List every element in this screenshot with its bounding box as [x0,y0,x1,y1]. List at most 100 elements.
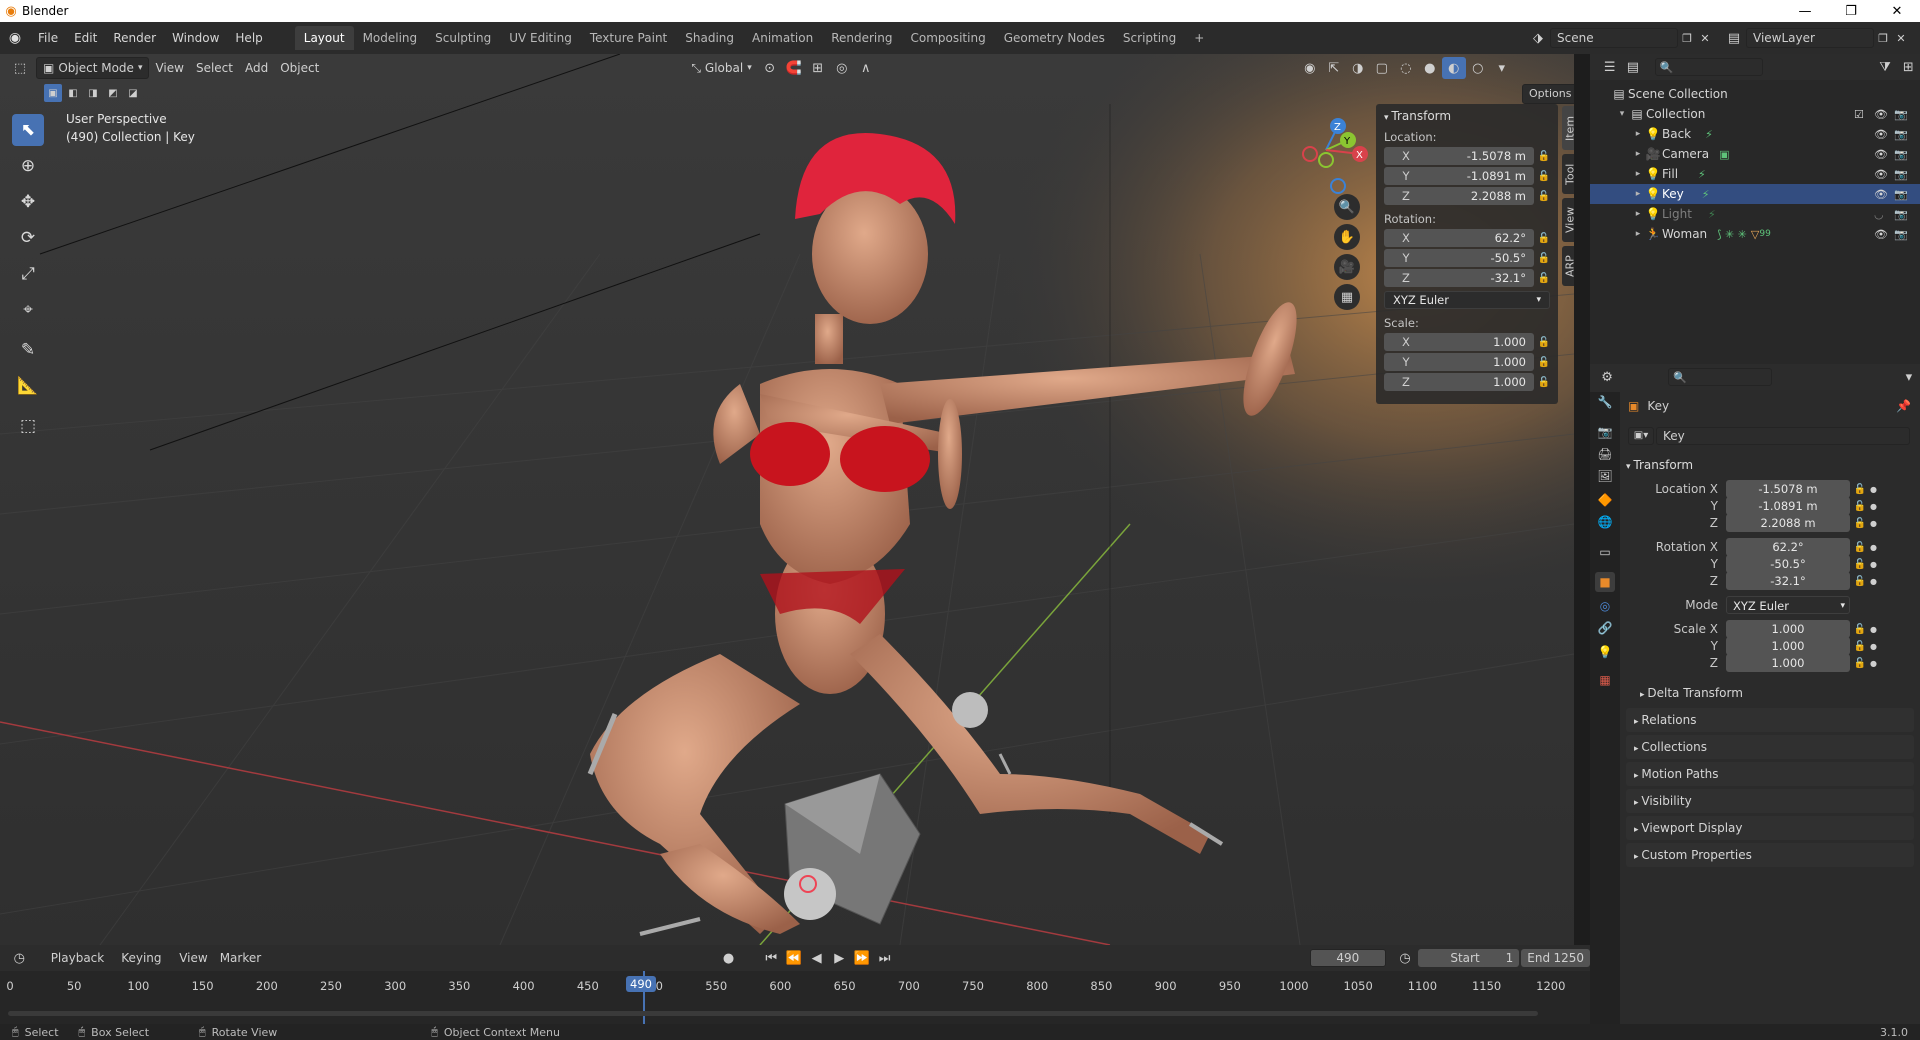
outliner-item-light[interactable]: ▸ 💡 Light ⚡ ◡ 📷 [1590,204,1920,224]
rotation-z-field[interactable]: Z -32.1° [1384,269,1534,287]
record-icon[interactable]: ● [717,947,740,969]
eye-icon[interactable]: 👁 [1874,128,1888,141]
filter-icon[interactable]: ⧩ [1873,56,1896,78]
keyframe-dot-icon[interactable]: ● [1870,485,1877,494]
restore-button[interactable]: ❐ [1828,0,1874,22]
relations-section[interactable]: ▸ Relations [1626,708,1914,732]
visibility-section[interactable]: ▸ Visibility [1626,789,1914,813]
rotation-x-field[interactable]: X 62.2° [1384,229,1534,247]
camera-render-icon[interactable]: 📷 [1894,148,1908,161]
view-layer-tab-icon[interactable]: 🖼 [1595,466,1615,486]
world-tab-icon[interactable]: 🌐 [1595,512,1615,532]
scale-tool[interactable]: ⤢ [12,258,44,290]
navigation-gizmo[interactable]: Z Y X [1276,108,1376,198]
playhead-frame-label[interactable]: 490 [626,976,656,992]
pivot-icon[interactable]: ⊙ [758,57,782,79]
menu-window[interactable]: Window [164,27,227,49]
options-dropdown[interactable]: Options [1522,84,1574,104]
texture-tab-icon[interactable]: ▦ [1595,670,1615,690]
lock-icon[interactable]: 🔓 [1534,273,1554,284]
viewport-display-section[interactable]: ▸ Viewport Display [1626,816,1914,840]
menu-render[interactable]: Render [105,27,164,49]
keyframe-dot-icon[interactable]: ● [1870,659,1877,668]
render-tab-icon[interactable]: 📷 [1595,422,1615,442]
clock-editor-icon[interactable]: ◷ [8,947,31,969]
play-icon[interactable]: ▶ [828,947,851,969]
keyframe-dot-icon[interactable]: ● [1870,577,1877,586]
sidebar-tab-tool[interactable]: Tool [1562,154,1574,194]
eye-icon[interactable]: 👁 [1874,168,1888,181]
lock-icon[interactable]: 🔓 [1850,658,1870,669]
collections-section[interactable]: ▸ Collections [1626,735,1914,759]
timeline-menu-view[interactable]: View [173,947,213,969]
camera-render-icon[interactable]: 📷 [1894,108,1908,121]
xray-icon[interactable]: ▢ [1370,57,1394,79]
sidebar-tab-arp[interactable]: ARP [1562,246,1574,286]
object-browse-icon[interactable]: ▣▾ [1628,427,1654,445]
snap-target-icon[interactable]: ⊞ [806,57,830,79]
ortho-grid-icon[interactable]: ▦ [1334,284,1360,310]
eye-icon[interactable]: 👁 [1874,108,1888,121]
camera-render-icon[interactable]: 📷 [1894,228,1908,241]
camera-render-icon[interactable]: 📷 [1894,168,1908,181]
tab-layout[interactable]: Layout [294,26,354,50]
lock-icon[interactable]: 🔓 [1534,171,1554,182]
keyframe-dot-icon[interactable]: ● [1870,642,1877,651]
camera-render-icon[interactable]: 📷 [1894,208,1908,221]
new-scene-icon[interactable]: ❐ [1678,27,1696,49]
proportional-edit-icon[interactable]: ◎ [830,57,854,79]
rotation-mode-select[interactable]: XYZ Euler ▾ [1726,596,1850,614]
display-mode-icon[interactable]: ▤ [1621,56,1644,78]
location-x-field[interactable]: X -1.5078 m [1384,147,1534,165]
viewport-menu-view[interactable]: View [149,57,189,79]
jump-start-icon[interactable]: ⏮ [760,947,783,969]
zoom-icon[interactable]: 🔍 [1334,194,1360,220]
expand-triangle-icon[interactable]: ▸ [1632,209,1644,219]
chevron-down-icon[interactable]: ▾ [1898,366,1920,388]
scale-z-input[interactable]: 1.000 [1726,654,1850,672]
new-viewlayer-icon[interactable]: ❐ [1874,27,1892,49]
rotate-tool[interactable]: ⟳ [12,222,44,254]
tab-sculpting[interactable]: Sculpting [426,26,500,50]
scene-tab-icon[interactable]: 🔶 [1595,490,1615,510]
scene-name-field[interactable]: Scene [1550,28,1678,48]
lock-icon[interactable]: 🔓 [1850,542,1870,553]
lock-icon[interactable]: 🔓 [1850,501,1870,512]
menu-edit[interactable]: Edit [66,27,105,49]
outliner-search-input[interactable]: 🔍 [1654,58,1764,76]
visibility-icon[interactable]: ◉ [1298,57,1322,79]
viewport-menu-select[interactable]: Select [190,57,239,79]
select-intersect-icon[interactable]: ◪ [124,84,142,102]
camera-view-icon[interactable]: 🎥 [1334,254,1360,280]
end-frame-field[interactable]: End 1250 [1521,949,1590,967]
object-data-tab-icon[interactable]: 💡 [1595,642,1615,662]
editor-type-icon[interactable]: ⬚ [8,57,32,79]
outliner-item-woman[interactable]: ▸ 🏃 Woman ⟆ ✳ ✳ ▽ 99 👁 📷 [1590,224,1920,244]
mode-dropdown[interactable]: ▣ Object Mode ▾ [36,57,150,79]
gizmo-icon[interactable]: ⇱ [1322,57,1346,79]
tab-compositing[interactable]: Compositing [901,26,994,50]
scale-y-field[interactable]: Y 1.000 [1384,353,1534,371]
keyframe-dot-icon[interactable]: ● [1870,519,1877,528]
falloff-icon[interactable]: ∧ [854,57,878,79]
lock-icon[interactable]: 🔓 [1534,253,1554,264]
viewlayer-selector[interactable]: ▤ ViewLayer ❐ ✕ [1722,26,1910,50]
annotate-tool[interactable]: ✎ [12,334,44,366]
viewport-menu-add[interactable]: Add [239,57,274,79]
cursor-tool[interactable]: ⊕ [12,150,44,182]
minimize-button[interactable]: — [1782,0,1828,22]
wireframe-shading-icon[interactable]: ◌ [1394,57,1418,79]
material-shading-icon[interactable]: ◐ [1441,57,1466,79]
tab-texture-paint[interactable]: Texture Paint [581,26,676,50]
tab-shading[interactable]: Shading [676,26,743,50]
rotation-mode-dropdown[interactable]: XYZ Euler ▾ [1384,291,1550,309]
expand-triangle-icon[interactable]: ▸ [1632,189,1644,199]
snap-icon[interactable]: 🧲 [782,57,806,79]
expand-triangle-icon[interactable]: ▸ [1632,169,1644,179]
start-frame-field[interactable]: Start 1 [1418,949,1520,967]
tab-animation[interactable]: Animation [743,26,822,50]
timeline-scrollbar[interactable] [8,1011,1538,1016]
preview-range-icon[interactable]: ◷ [1394,947,1417,969]
location-z-input[interactable]: 2.2088 m [1726,514,1850,532]
outliner-item-camera[interactable]: ▸ 🎥 Camera ▣ 👁 📷 [1590,144,1920,164]
